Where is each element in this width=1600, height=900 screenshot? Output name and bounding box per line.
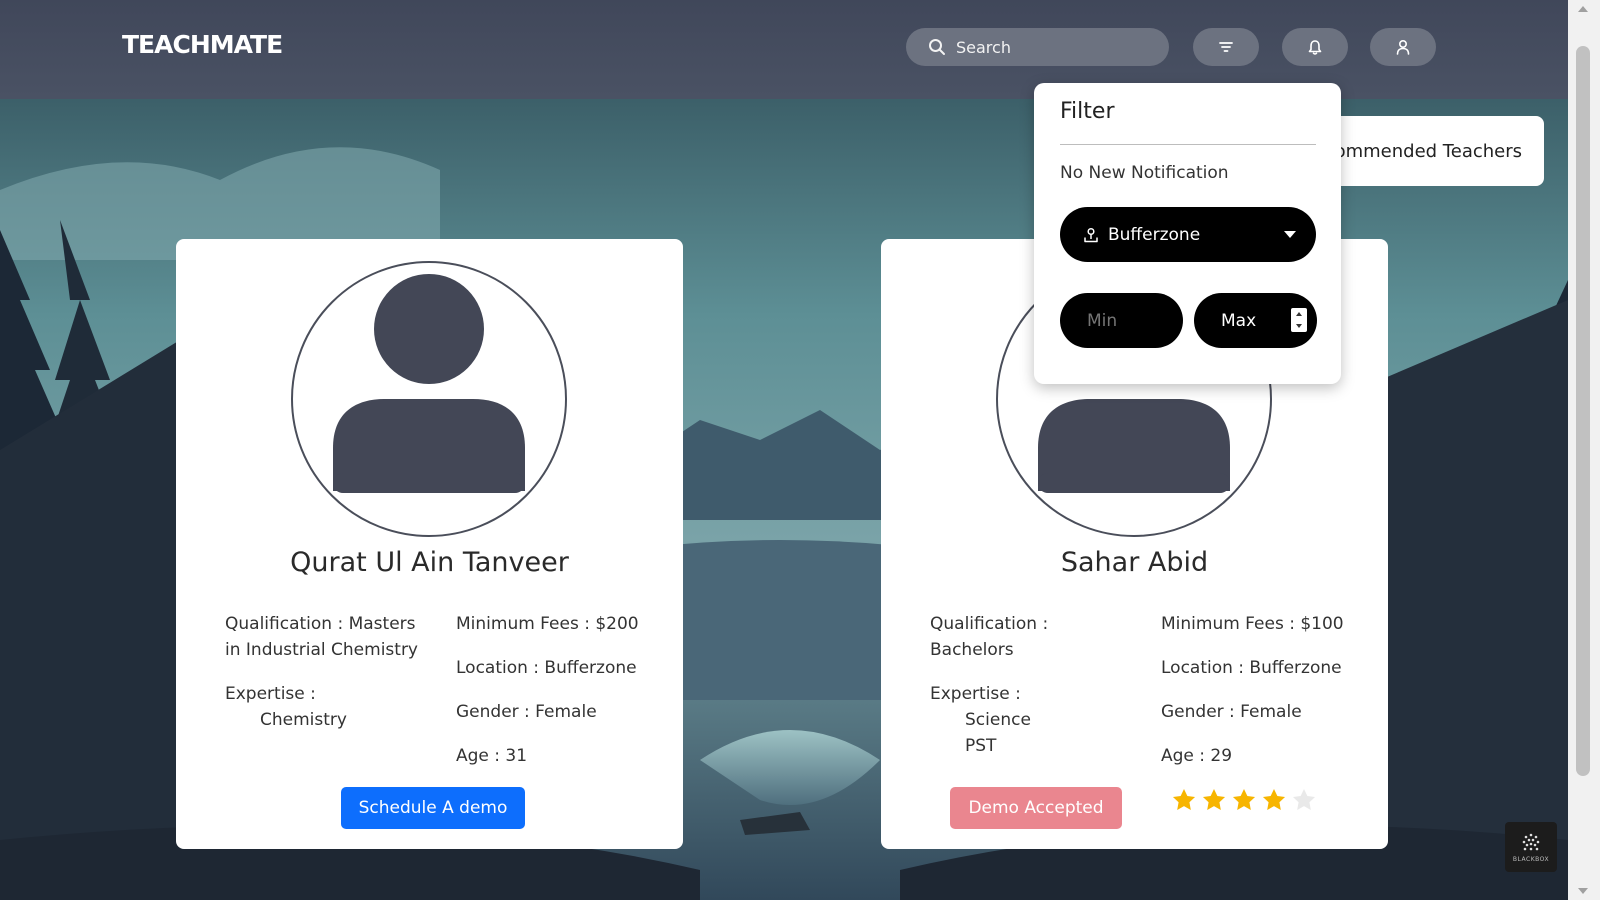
- scroll-down-icon[interactable]: [1578, 888, 1588, 894]
- expertise-field: Expertise : Science PST: [930, 681, 1130, 759]
- min-fees: Minimum Fees : $200: [456, 614, 639, 634]
- search-placeholder: Search: [956, 37, 1011, 57]
- blackbox-widget[interactable]: BLACKBOX: [1505, 822, 1557, 872]
- user-avatar-icon: [333, 274, 525, 493]
- expertise-item: PST: [965, 736, 997, 756]
- qualification-value: Bachelors: [930, 640, 1014, 660]
- location-select-value: Bufferzone: [1108, 224, 1201, 245]
- expertise-field: Expertise : Chemistry: [225, 681, 425, 733]
- min-fee-input[interactable]: [1060, 293, 1183, 348]
- qualification-label: Qualification :: [225, 614, 344, 634]
- teacher-name: Qurat Ul Ain Tanveer: [290, 547, 569, 578]
- location-select[interactable]: Bufferzone: [1060, 207, 1316, 262]
- expertise-label: Expertise :: [225, 684, 316, 704]
- avatar: [291, 261, 567, 537]
- scrollbar-thumb[interactable]: [1576, 46, 1590, 776]
- divider: [1060, 144, 1316, 145]
- profile-button[interactable]: [1370, 28, 1436, 66]
- star-filled-icon[interactable]: [1261, 787, 1287, 813]
- filter-button[interactable]: [1193, 28, 1259, 66]
- max-fee-input[interactable]: Max: [1194, 293, 1317, 348]
- filter-icon: [1219, 42, 1233, 52]
- schedule-demo-button[interactable]: Schedule A demo: [341, 787, 525, 829]
- search-icon: [929, 39, 945, 55]
- location-pin-icon: [1084, 227, 1098, 242]
- blackbox-label: BLACKBOX: [1512, 855, 1550, 863]
- search-bar[interactable]: Search: [906, 28, 1169, 66]
- filter-title: Filter: [1060, 99, 1115, 124]
- scroll-up-icon[interactable]: [1578, 6, 1588, 12]
- age: Age : 29: [1161, 746, 1233, 766]
- age: Age : 31: [456, 746, 528, 766]
- filter-popup: Filter No New Notification Bufferzone Ma…: [1034, 83, 1341, 384]
- expertise-item: Chemistry: [260, 710, 347, 730]
- number-spinner[interactable]: [1291, 308, 1307, 332]
- star-empty-icon[interactable]: [1291, 787, 1317, 813]
- app-logo[interactable]: TEACHMATE: [122, 30, 283, 59]
- user-icon: [1396, 39, 1410, 55]
- star-filled-icon[interactable]: [1171, 787, 1197, 813]
- star-filled-icon[interactable]: [1231, 787, 1257, 813]
- blackbox-logo-icon: [1522, 833, 1540, 850]
- max-fee-placeholder: Max: [1221, 310, 1257, 331]
- teacher-name: Sahar Abid: [1060, 547, 1209, 578]
- notifications-button[interactable]: [1282, 28, 1348, 66]
- bell-icon: [1308, 39, 1322, 55]
- gender: Gender : Female: [1161, 702, 1302, 722]
- notification-text: No New Notification: [1060, 163, 1229, 183]
- location: Location : Bufferzone: [1161, 658, 1342, 678]
- qualification-field: Qualification : Masters in Industrial Ch…: [225, 611, 430, 663]
- spin-up-icon[interactable]: [1296, 312, 1302, 316]
- page-scrollbar[interactable]: [1568, 0, 1600, 900]
- qualification-field: Qualification : Bachelors: [930, 611, 1130, 663]
- rating-stars[interactable]: [1171, 787, 1317, 813]
- qualification-label: Qualification :: [930, 614, 1049, 634]
- teacher-card: Qurat Ul Ain Tanveer Qualification : Mas…: [176, 239, 683, 849]
- expertise-item: Science: [965, 710, 1031, 730]
- chevron-down-icon: [1284, 231, 1296, 238]
- expertise-label: Expertise :: [930, 684, 1021, 704]
- gender: Gender : Female: [456, 702, 597, 722]
- spin-down-icon[interactable]: [1296, 324, 1302, 328]
- min-fees: Minimum Fees : $100: [1161, 614, 1344, 634]
- demo-accepted-button[interactable]: Demo Accepted: [950, 787, 1122, 829]
- location: Location : Bufferzone: [456, 658, 637, 678]
- star-filled-icon[interactable]: [1201, 787, 1227, 813]
